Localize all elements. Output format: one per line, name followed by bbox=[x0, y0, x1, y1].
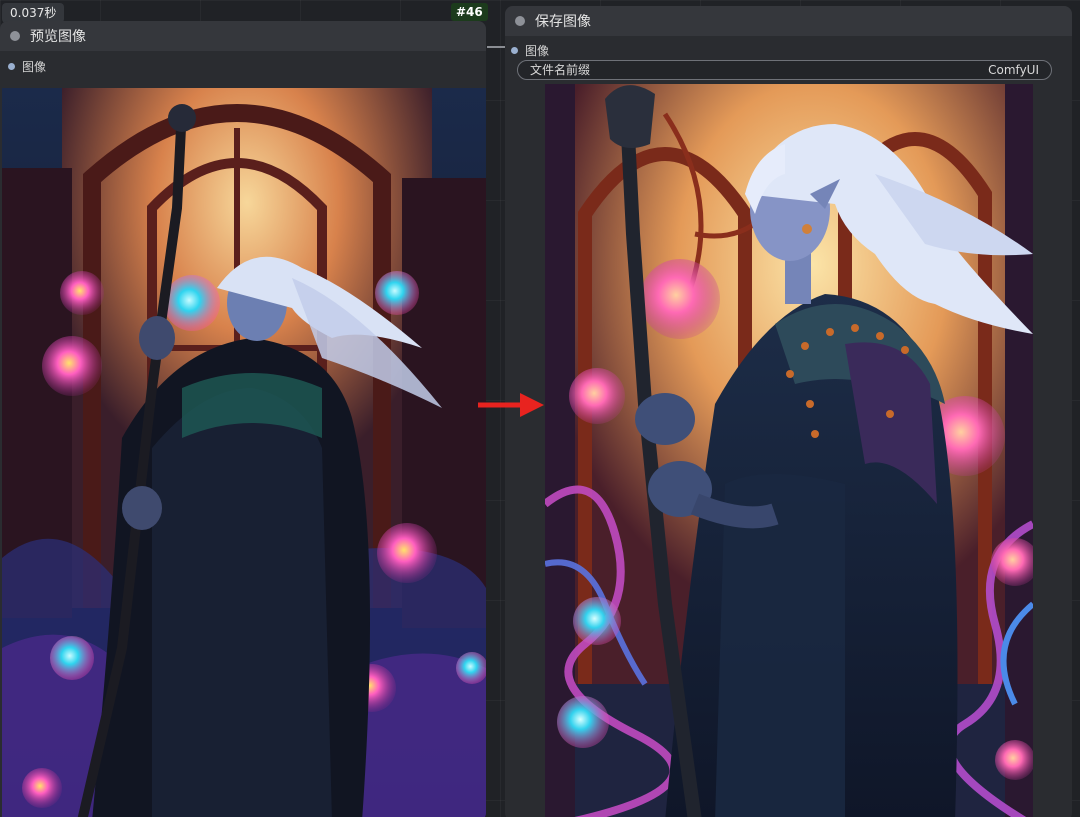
execution-time-badge: 0.037秒 bbox=[2, 3, 65, 23]
preview-node-title: 预览图像 bbox=[30, 29, 86, 45]
save-node-header[interactable]: 保存图像 bbox=[505, 6, 1072, 36]
node-link-line bbox=[487, 46, 505, 48]
preview-image bbox=[2, 88, 486, 817]
node-id-badge: #46 bbox=[451, 3, 488, 21]
input-port-dot-icon[interactable] bbox=[8, 63, 15, 70]
preview-node-header[interactable]: 预览图像 bbox=[0, 21, 486, 51]
save-input-port[interactable]: 图像 bbox=[511, 42, 549, 59]
preview-input-label: 图像 bbox=[22, 60, 47, 74]
filename-prefix-value[interactable]: ComfyUI bbox=[988, 61, 1039, 79]
collapse-dot-icon[interactable] bbox=[10, 31, 20, 41]
saved-image-art bbox=[545, 84, 1033, 817]
preview-image-art bbox=[2, 88, 486, 817]
save-input-label: 图像 bbox=[525, 44, 550, 58]
filename-prefix-field[interactable]: 文件名前缀 ComfyUI bbox=[517, 60, 1052, 80]
filename-prefix-label: 文件名前缀 bbox=[530, 63, 591, 77]
collapse-dot-icon[interactable] bbox=[515, 16, 525, 26]
preview-image-node[interactable]: 预览图像 图像 bbox=[0, 21, 486, 817]
input-port-dot-icon[interactable] bbox=[511, 47, 518, 54]
preview-input-port[interactable]: 图像 bbox=[8, 58, 46, 75]
graph-canvas[interactable]: 0.037秒 #46 预览图像 图像 保存图像 图像 文件名前缀 ComfyUI bbox=[0, 0, 1080, 817]
saved-image bbox=[545, 84, 1033, 817]
red-arrow-icon bbox=[478, 393, 544, 417]
save-image-node[interactable]: 保存图像 图像 文件名前缀 ComfyUI bbox=[505, 6, 1072, 817]
save-node-title: 保存图像 bbox=[535, 14, 591, 30]
